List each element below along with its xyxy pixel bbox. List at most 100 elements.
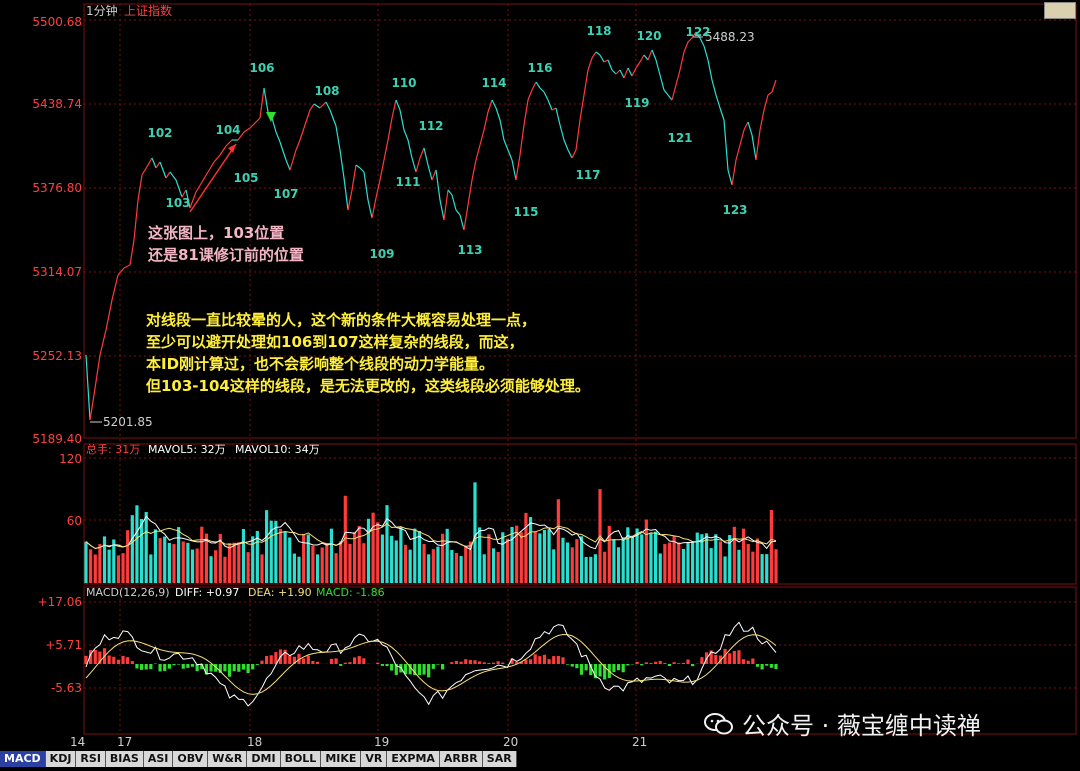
macd-bar <box>626 664 629 665</box>
price-segment <box>392 100 396 118</box>
price-segment <box>608 60 612 70</box>
macd-bar <box>177 664 180 665</box>
price-segment <box>300 128 304 140</box>
annotation-line: 至少可以避开处理如106到107这样复杂的线段，而这， <box>146 331 590 353</box>
tab-wr[interactable]: W&R <box>208 751 247 767</box>
volume-bar <box>409 550 412 583</box>
price-segment <box>352 165 356 190</box>
macd-dea-label: DEA: +1.90 <box>248 586 312 599</box>
tab-arbr[interactable]: ARBR <box>440 751 483 767</box>
volume-bar <box>547 529 550 583</box>
macd-bar <box>131 661 134 664</box>
macd-bar <box>538 656 541 664</box>
macd-bar <box>149 664 152 669</box>
price-segment <box>134 200 138 240</box>
macd-bar <box>635 662 638 664</box>
tab-mike[interactable]: MIKE <box>321 751 361 767</box>
tab-boll[interactable]: BOLL <box>281 751 322 767</box>
price-segment <box>264 88 268 112</box>
volume-bar <box>339 541 342 583</box>
price-segment <box>680 52 684 70</box>
annotation-line: 还是81课修订前的位置 <box>148 244 304 266</box>
date-tick: 20 <box>503 735 518 749</box>
macd-bar <box>478 661 481 664</box>
volume-bar <box>446 529 449 583</box>
tab-bias[interactable]: BIAS <box>106 751 144 767</box>
tab-vr[interactable]: VR <box>361 751 387 767</box>
price-segment <box>632 68 636 76</box>
volume-bar <box>436 547 439 583</box>
volume-bar <box>385 505 388 583</box>
macd-bar <box>307 656 310 664</box>
price-tick: 5438.74 <box>32 97 82 111</box>
macd-bar <box>191 664 194 667</box>
volume-bar <box>524 513 527 583</box>
macd-bar <box>182 664 185 669</box>
price-segment <box>736 145 740 160</box>
price-segment <box>468 180 472 205</box>
mavol10-line <box>86 524 776 549</box>
tab-obv[interactable]: OBV <box>173 751 208 767</box>
volume-bar <box>131 515 134 583</box>
price-segment <box>620 70 624 78</box>
macd-bar <box>524 660 527 664</box>
price-segment <box>372 198 376 218</box>
macd-bar <box>311 661 314 664</box>
volume-bar <box>367 519 370 583</box>
macd-bar <box>358 656 361 664</box>
price-segment <box>244 128 250 132</box>
price-segment <box>314 104 320 108</box>
volume-bar <box>358 526 361 583</box>
segment-label-116: 116 <box>527 61 552 75</box>
segment-label-120: 120 <box>636 29 661 43</box>
macd-bar <box>765 664 768 666</box>
price-segment <box>600 55 604 62</box>
volume-bar <box>316 554 319 583</box>
tab-dmi[interactable]: DMI <box>247 751 280 767</box>
price-segment <box>90 395 94 420</box>
price-tick: 5252.13 <box>32 349 82 363</box>
segment-label-111: 111 <box>395 175 420 189</box>
price-segment <box>660 75 664 90</box>
price-segment <box>664 90 668 95</box>
macd-bar <box>691 664 694 666</box>
volume-bar <box>552 549 555 583</box>
price-segment <box>768 92 772 95</box>
volume-bar <box>103 536 106 583</box>
volume-bar <box>284 532 287 583</box>
volume-bar <box>307 535 310 583</box>
tab-asi[interactable]: ASI <box>144 751 174 767</box>
price-segment <box>676 70 680 85</box>
tab-sar[interactable]: SAR <box>483 751 517 767</box>
volume-bar <box>404 545 407 583</box>
tab-rsi[interactable]: RSI <box>76 751 106 767</box>
volume-bar <box>274 521 277 583</box>
macd-bar <box>112 657 115 664</box>
volume-bar <box>209 556 212 583</box>
period-label[interactable]: 1分钟 <box>86 3 118 18</box>
volume-bar <box>733 527 736 583</box>
price-segment <box>94 355 100 395</box>
price-segment <box>130 240 134 265</box>
macd-bar <box>677 663 680 664</box>
macd-bar <box>497 661 500 664</box>
price-segment <box>460 215 464 230</box>
tab-expma[interactable]: EXPMA <box>387 751 440 767</box>
price-segment <box>124 265 130 268</box>
window-restore-button[interactable] <box>1044 2 1076 19</box>
tab-macd[interactable]: MACD <box>0 751 46 767</box>
symbol-label[interactable]: 上证指数 <box>124 3 172 18</box>
volume-bar <box>418 531 421 583</box>
volume-bar <box>510 527 513 583</box>
price-segment <box>214 155 220 162</box>
price-segment <box>380 160 384 180</box>
macd-bar <box>575 664 578 668</box>
macd-bar <box>223 664 226 671</box>
tab-kdj[interactable]: KDJ <box>46 751 77 767</box>
volume-bar <box>501 532 504 583</box>
price-segment <box>508 150 512 160</box>
volume-bar <box>182 541 185 583</box>
macd-bar <box>121 656 124 664</box>
macd-bar <box>649 663 652 664</box>
volume-bar <box>654 532 657 583</box>
